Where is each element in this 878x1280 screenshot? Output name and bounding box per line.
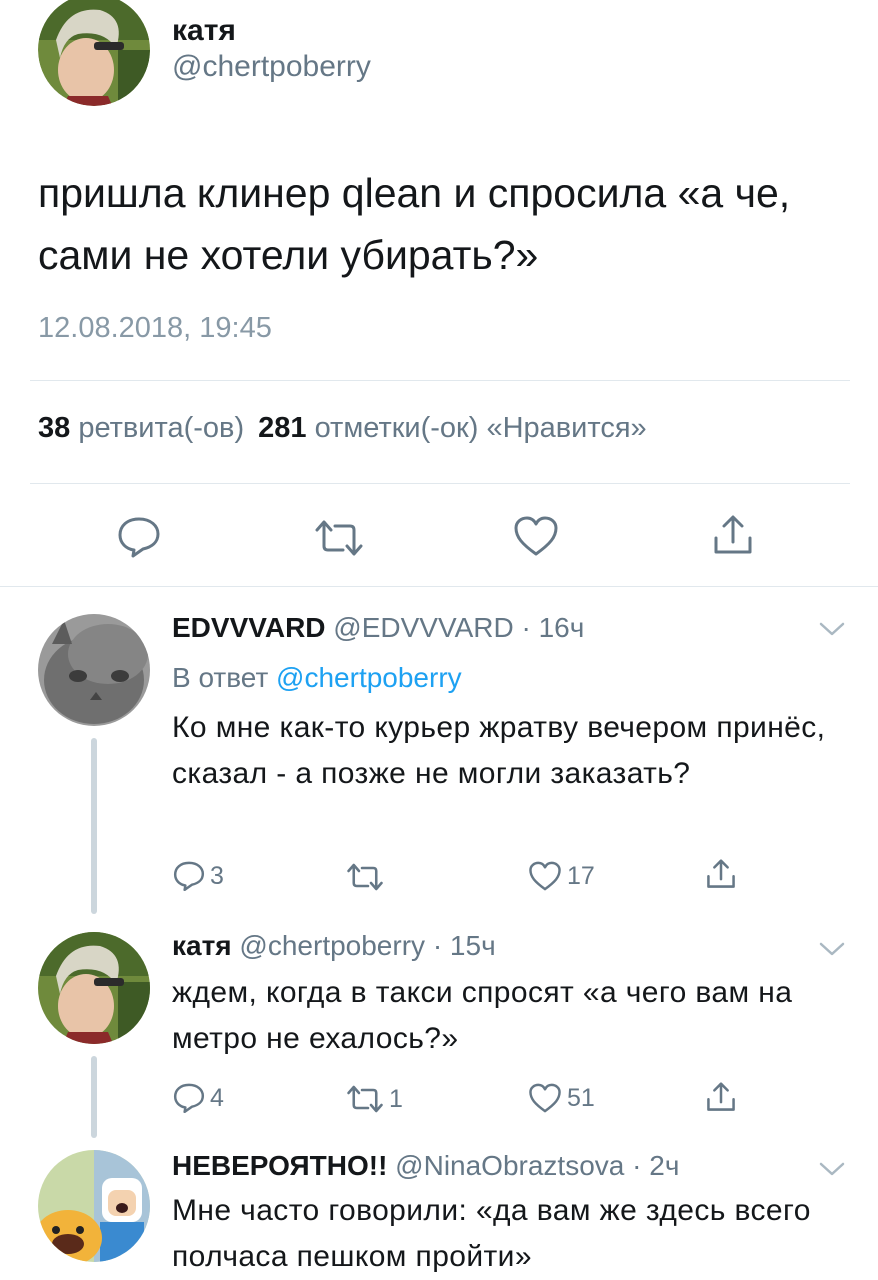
divider <box>30 380 850 381</box>
retweet-button[interactable] <box>345 862 389 892</box>
separator-dot: · <box>432 930 443 961</box>
like-button[interactable] <box>512 514 560 558</box>
share-button[interactable] <box>704 1080 738 1114</box>
reply-avatar[interactable] <box>38 1150 150 1262</box>
reply-time: 15ч <box>449 930 496 961</box>
retweet-arrows-icon <box>315 520 363 556</box>
thread-line <box>91 1056 97 1138</box>
reply-author-handle[interactable]: @EDVVVARD <box>333 612 513 643</box>
reply-text: Ко мне как-то курьер жратву вечером прин… <box>172 711 826 790</box>
share-button[interactable] <box>704 857 738 891</box>
divider <box>0 586 878 587</box>
reply-author-name[interactable]: катя <box>172 930 232 961</box>
replying-to: В ответ @chertpoberry <box>172 662 462 694</box>
like-button[interactable]: 51 <box>527 1082 595 1114</box>
tweet-timestamp: 12.08.2018, 19:45 <box>38 312 272 344</box>
author-avatar[interactable] <box>38 0 150 106</box>
reply-time: 16ч <box>538 612 585 643</box>
reply-header: катя @chertpoberry · 15ч <box>172 930 496 962</box>
reply-author-handle[interactable]: @NinaObraztsova <box>395 1150 624 1181</box>
tweet-text: пришла клинер qlean и спросила «а че, са… <box>38 170 791 278</box>
like-count: 17 <box>567 861 595 890</box>
retweet-button[interactable]: 1 <box>345 1084 403 1114</box>
heart-outline-icon <box>514 516 558 556</box>
author-handle[interactable]: @chertpoberry <box>172 50 371 84</box>
chevron-down-icon[interactable] <box>818 620 846 638</box>
share-upload-icon <box>707 1082 735 1111</box>
likes-label[interactable]: отметки(-ок) «Нравится» <box>315 412 647 444</box>
speech-bubble-icon <box>118 517 160 558</box>
thread-line <box>91 738 97 914</box>
reply-author-handle[interactable]: @chertpoberry <box>239 930 425 961</box>
reply-count: 4 <box>210 1083 224 1112</box>
likes-count[interactable]: 281 <box>258 412 306 444</box>
reply-button[interactable] <box>116 515 162 559</box>
author-name[interactable]: катя <box>172 14 236 48</box>
retweet-button[interactable] <box>313 518 365 558</box>
separator-dot: · <box>521 612 531 643</box>
speech-bubble-icon <box>173 861 205 892</box>
share-upload-icon <box>707 859 735 888</box>
reply-author-name[interactable]: EDVVVARD <box>172 612 326 643</box>
retweets-count[interactable]: 38 <box>38 412 70 444</box>
reply-avatar[interactable] <box>38 932 150 1044</box>
reply-prefix: В ответ <box>172 662 269 693</box>
reply-header: EDVVVARD @EDVVVARD · 16ч <box>172 612 584 644</box>
speech-bubble-icon <box>173 1083 205 1114</box>
like-count: 51 <box>567 1083 595 1112</box>
reply-button[interactable]: 3 <box>172 860 224 892</box>
reply-text: ждем, когда в такси спросят «а чего вам … <box>172 976 793 1055</box>
retweet-count: 1 <box>389 1084 403 1113</box>
retweets-label[interactable]: ретвита(-ов) <box>78 412 244 444</box>
separator-dot: · <box>632 1150 642 1181</box>
reply-text: Мне часто говорили: «да вам же здесь все… <box>172 1194 811 1273</box>
reply-count: 3 <box>210 861 224 890</box>
engagement-stats: 38 ретвита(-ов) 281 отметки(-ок) «Нравитс… <box>38 412 647 445</box>
retweet-arrows-icon <box>347 863 383 891</box>
reply-button[interactable]: 4 <box>172 1082 224 1114</box>
heart-outline-icon <box>529 1083 561 1113</box>
reply-avatar[interactable] <box>38 614 150 726</box>
share-button[interactable] <box>710 512 756 558</box>
share-upload-icon <box>714 515 752 554</box>
reply-time: 2ч <box>649 1150 680 1181</box>
divider <box>30 483 850 484</box>
reply-author-name[interactable]: НЕВЕРОЯТНО!! <box>172 1150 387 1181</box>
chevron-down-icon[interactable] <box>818 940 846 958</box>
like-button[interactable]: 17 <box>527 860 595 892</box>
reply-to-link[interactable]: @chertpoberry <box>276 662 462 693</box>
retweet-arrows-icon <box>347 1085 383 1113</box>
reply-header: НЕВЕРОЯТНО!! @NinaObraztsova · 2ч <box>172 1150 679 1182</box>
heart-outline-icon <box>529 861 561 891</box>
chevron-down-icon[interactable] <box>818 1160 846 1178</box>
